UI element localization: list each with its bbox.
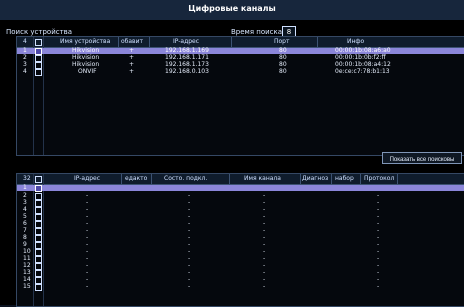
- channel-row-checkbox[interactable]: [35, 185, 42, 192]
- channels-table-header: 32 IP-адрес едакто Состо. подкл. Имя кан…: [17, 174, 464, 185]
- channel-row-protocol: -: [377, 283, 380, 290]
- col-set: набор: [335, 175, 354, 182]
- window: Цифровые каналы Поиск устройства Время п…: [0, 0, 464, 307]
- channel-row-checkbox[interactable]: [35, 207, 42, 214]
- device-row-checkbox[interactable]: [35, 69, 42, 76]
- device-row-name: ONVIF: [78, 68, 97, 75]
- channel-row-ip: -: [86, 283, 89, 290]
- device-row-checkbox[interactable]: [35, 55, 42, 62]
- channel-row-checkbox[interactable]: [35, 249, 42, 256]
- channel-row[interactable]: 2 - - - -: [17, 193, 464, 200]
- channel-row[interactable]: 14 - - - -: [17, 277, 464, 284]
- device-row-checkbox[interactable]: [35, 48, 42, 55]
- col-device-name: Имя устройства: [60, 38, 111, 45]
- channel-row-checkbox[interactable]: [35, 270, 42, 277]
- col-edit: едакто: [125, 175, 148, 182]
- channel-row-checkbox[interactable]: [35, 284, 42, 291]
- channel-row-checkbox[interactable]: [35, 228, 42, 235]
- select-all-checkbox[interactable]: [35, 39, 42, 46]
- devices-table: 4 Имя устройства обавит IP-адрес Порт Ин…: [16, 36, 464, 156]
- channel-row[interactable]: 4 - - - -: [17, 207, 464, 214]
- device-row-port: 80: [279, 68, 287, 75]
- device-row[interactable]: 4 ONVIF + 192.168.0.103 80 0e:ce:c7:78:b…: [17, 68, 464, 76]
- channel-row[interactable]: 12 - - - -: [17, 263, 464, 270]
- window-title: Цифровые каналы: [188, 4, 276, 13]
- channel-row[interactable]: 15 - - - -: [17, 283, 464, 291]
- channel-row[interactable]: 8 - - - -: [17, 235, 464, 242]
- device-row-ip: 192.168.0.103: [165, 68, 209, 75]
- col-ip: IP-адрес: [74, 175, 101, 182]
- search-time-label: Время поиска: [231, 28, 283, 36]
- channels-count: 32: [23, 175, 31, 182]
- channel-row[interactable]: 3 - - - -: [17, 200, 464, 207]
- col-protocol: Протокол: [364, 175, 395, 182]
- channel-row[interactable]: 9 - - - -: [17, 242, 464, 249]
- channel-row[interactable]: 1: [17, 184, 464, 192]
- channel-row-checkbox[interactable]: [35, 193, 42, 200]
- channel-row-checkbox[interactable]: [35, 235, 42, 242]
- channel-row-checkbox[interactable]: [35, 277, 42, 284]
- col-ip: IP-адрес: [173, 38, 200, 45]
- devices-count: 4: [23, 38, 27, 45]
- col-connection-state: Состо. подкл.: [164, 175, 208, 182]
- channel-row[interactable]: 10 - - - -: [17, 249, 464, 256]
- channel-row-checkbox[interactable]: [35, 263, 42, 270]
- channel-row[interactable]: 6 - - - -: [17, 221, 464, 228]
- channel-row[interactable]: 5 - - - -: [17, 214, 464, 221]
- col-diagnosis: Диагноз: [302, 175, 329, 182]
- device-row-num: 4: [23, 68, 27, 75]
- channel-row[interactable]: 11 - - - -: [17, 256, 464, 263]
- channel-row-num: 15: [23, 283, 31, 290]
- channel-row-num: 1: [23, 184, 27, 191]
- channel-row-checkbox[interactable]: [35, 214, 42, 221]
- channels-table: 32 IP-адрес едакто Состо. подкл. Имя кан…: [16, 173, 464, 307]
- channel-row-checkbox[interactable]: [35, 200, 42, 207]
- device-row-info: 0e:ce:c7:78:b1:13: [335, 68, 390, 75]
- col-port: Порт: [274, 38, 290, 45]
- col-info: Инфо: [347, 38, 365, 45]
- channel-row-checkbox[interactable]: [35, 242, 42, 249]
- channel-row[interactable]: 13 - - - -: [17, 270, 464, 277]
- search-label: Поиск устройства: [6, 28, 73, 36]
- select-all-channels-checkbox[interactable]: [35, 176, 42, 183]
- col-add: обавит: [121, 38, 143, 45]
- add-icon[interactable]: +: [129, 69, 134, 75]
- channel-row-state: -: [188, 283, 191, 290]
- channel-row-name: -: [263, 283, 266, 290]
- col-channel-name: Имя канала: [244, 175, 281, 182]
- channel-row[interactable]: 7 - - - -: [17, 228, 464, 235]
- title-bar: Цифровые каналы: [0, 0, 464, 20]
- device-row-checkbox[interactable]: [35, 62, 42, 69]
- channel-row-checkbox[interactable]: [35, 256, 42, 263]
- channel-row-checkbox[interactable]: [35, 221, 42, 228]
- show-all-search-results-button[interactable]: Показать все поисковы: [382, 152, 462, 164]
